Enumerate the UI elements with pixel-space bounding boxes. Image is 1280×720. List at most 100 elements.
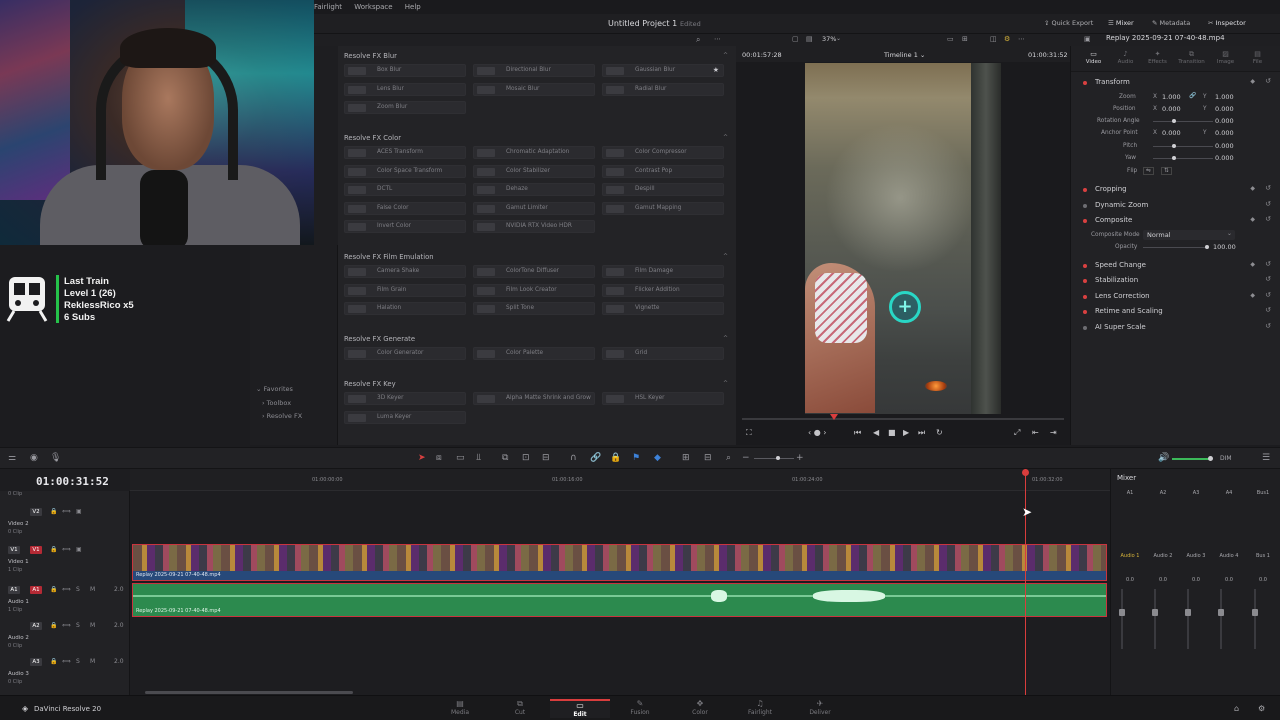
blade-tool-icon[interactable]: ⫫ xyxy=(476,453,481,463)
reset-icon[interactable]: ↺ xyxy=(1265,215,1271,223)
fx-item[interactable]: Box Blur xyxy=(344,64,466,77)
viewer-scrub-bar[interactable] xyxy=(742,418,1064,420)
zoom-full-icon[interactable]: ⊞ xyxy=(682,453,690,463)
menu-help[interactable]: Help xyxy=(405,0,421,14)
reset-icon[interactable]: ↺ xyxy=(1265,306,1271,314)
snapping-icon[interactable]: ∩ xyxy=(570,453,577,463)
dim-button[interactable]: DIM xyxy=(1220,455,1232,462)
settings-icon[interactable]: ⚙ xyxy=(1258,704,1265,713)
nav-favorites[interactable]: ⌄ Favorites xyxy=(256,385,293,393)
fx-item[interactable]: Dehaze xyxy=(473,183,595,196)
viewer-mode-icon[interactable]: ⛶ xyxy=(746,428,752,438)
fx-item[interactable]: Color Compressor xyxy=(602,146,724,159)
auto-select-icon[interactable]: ⟺ xyxy=(62,546,71,553)
loop-icon[interactable]: ↻ xyxy=(936,428,943,437)
mixer-fader[interactable] xyxy=(1220,589,1222,649)
timeline-scrollbar[interactable] xyxy=(145,691,353,694)
track-tag-v1[interactable]: V1 xyxy=(30,546,42,554)
video-clip[interactable]: Replay 2025-09-21 07-40-48.mp4 xyxy=(132,544,1107,581)
fx-item[interactable]: Grid xyxy=(602,347,724,360)
viewer-options-icon[interactable]: ⋯ xyxy=(1018,35,1025,43)
fx-item[interactable]: Split Tone xyxy=(473,302,595,315)
track-visibility-icon[interactable]: ▣ xyxy=(76,508,82,515)
fx-item[interactable]: Color Stabilizer xyxy=(473,164,595,178)
trim-tool-icon[interactable]: ⧈ xyxy=(436,453,442,463)
keyframe-icon[interactable]: ◆ xyxy=(1250,78,1255,85)
quick-export-button[interactable]: ⇪ Quick Export xyxy=(1044,19,1093,27)
reset-icon[interactable]: ↺ xyxy=(1265,322,1271,330)
prev-edit-icon[interactable]: ⇤ xyxy=(1032,428,1039,437)
viewer-zoom[interactable]: 37% xyxy=(822,35,836,43)
rotation-slider[interactable] xyxy=(1153,121,1213,122)
auto-select-icon[interactable]: ⟺ xyxy=(62,586,71,593)
fx-item[interactable]: Despill xyxy=(602,183,724,196)
fx-item[interactable]: NVIDIA RTX Video HDR xyxy=(473,220,595,233)
fx-item[interactable]: False Color xyxy=(344,201,466,215)
replace-clip-icon[interactable]: ⊟ xyxy=(542,453,550,463)
insert-clip-icon[interactable]: ⧉ xyxy=(502,453,508,463)
section-ai-super-scale[interactable]: AI Super Scale ↺ xyxy=(1071,321,1280,335)
volume-slider[interactable] xyxy=(1172,458,1212,460)
fx-item[interactable]: Mosaic Blur xyxy=(473,82,595,96)
flip-horizontal-icon[interactable]: ⇋ xyxy=(1143,167,1154,175)
auto-select-icon[interactable]: ⟺ xyxy=(62,658,71,665)
fx-section-title[interactable]: Resolve FX Key xyxy=(344,380,396,388)
tab-transition[interactable]: ⧉ Transition xyxy=(1175,50,1208,65)
fx-section-title[interactable]: Resolve FX Generate xyxy=(344,335,415,343)
fader-cap[interactable] xyxy=(1152,609,1158,616)
mic-icon[interactable]: 🎙 xyxy=(50,453,61,463)
dual-viewer-icon[interactable]: ◫ xyxy=(990,35,997,43)
page-tab-fusion[interactable]: ✎ Fusion xyxy=(610,699,670,716)
reset-icon[interactable]: ↺ xyxy=(1265,200,1271,208)
fx-item[interactable]: Invert Color xyxy=(344,220,466,233)
track-tag-a1[interactable]: A1 xyxy=(30,586,42,594)
enabled-indicator[interactable] xyxy=(1083,264,1087,268)
flag-icon[interactable]: ⚑ xyxy=(632,453,640,463)
fx-item[interactable]: HSL Keyer xyxy=(602,392,724,405)
track-tag-a3[interactable]: A3 xyxy=(30,658,42,666)
fx-item[interactable]: Alpha Matte Shrink and Grow xyxy=(473,392,595,405)
auto-select-icon[interactable]: ⟺ xyxy=(62,508,71,515)
keyframe-icon[interactable]: ◆ xyxy=(1250,261,1255,268)
position-x-field[interactable]: 0.000 xyxy=(1162,105,1181,113)
audio-meter-icon[interactable]: ◉ xyxy=(30,453,38,463)
transform-overlay-icon[interactable]: ⊞ xyxy=(962,35,968,43)
fader-cap[interactable] xyxy=(1185,609,1191,616)
fx-item[interactable]: Color Space Transform xyxy=(344,164,466,178)
anchor-x-field[interactable]: 0.000 xyxy=(1162,129,1181,137)
enabled-indicator[interactable] xyxy=(1083,81,1087,85)
fx-section-title[interactable]: Resolve FX Color xyxy=(344,134,401,142)
search-icon[interactable]: ⌕ xyxy=(696,35,700,45)
fx-item[interactable]: DCTL xyxy=(344,183,466,196)
mute-icon[interactable]: M xyxy=(90,658,95,665)
fx-item[interactable]: Lens Blur xyxy=(344,82,466,96)
timeline-ruler[interactable]: 01:00:00:00 01:00:16:00 01:00:24:00 01:0… xyxy=(130,469,1110,491)
yaw-field[interactable]: 0.000 xyxy=(1215,154,1234,162)
metadata-toggle[interactable]: ✎ Metadata xyxy=(1152,19,1190,27)
fx-item[interactable]: Halation xyxy=(344,302,466,315)
track-tag-a2[interactable]: A2 xyxy=(30,622,42,630)
safe-area-icon[interactable]: ▭ xyxy=(947,35,954,43)
solo-icon[interactable]: S xyxy=(76,586,80,593)
track-tag-v2[interactable]: V2 xyxy=(30,508,42,516)
fx-item[interactable]: Film Grain xyxy=(344,283,466,297)
enabled-indicator[interactable] xyxy=(1083,326,1087,330)
next-edit-icon[interactable]: ⇥ xyxy=(1050,428,1057,437)
fx-item[interactable]: ACES Transform xyxy=(344,146,466,159)
enabled-indicator[interactable] xyxy=(1083,279,1087,283)
fx-item[interactable]: Luma Keyer xyxy=(344,410,466,424)
lock-icon[interactable]: 🔒 xyxy=(50,622,57,629)
position-lock-icon[interactable]: 🔒 xyxy=(610,453,621,463)
go-to-start-icon[interactable]: ⏮ xyxy=(854,428,861,438)
enabled-indicator[interactable] xyxy=(1083,188,1087,192)
section-stabilization[interactable]: Stabilization ↺ xyxy=(1071,274,1280,288)
audio-clip[interactable]: Replay 2025-09-21 07-40-48.mp4 xyxy=(132,583,1107,617)
viewer-size-icon[interactable]: ▤ xyxy=(806,35,813,43)
page-tab-cut[interactable]: ⧉ Cut xyxy=(490,699,550,716)
go-to-end-icon[interactable]: ⏭ xyxy=(918,428,925,438)
lock-icon[interactable]: 🔒 xyxy=(50,658,57,665)
fx-item[interactable]: 3D Keyer xyxy=(344,392,466,405)
fx-section-title[interactable]: Resolve FX Blur xyxy=(344,52,397,60)
composite-mode-select[interactable]: Normal ⌄ xyxy=(1143,230,1235,240)
zoom-in-icon[interactable]: + xyxy=(796,453,804,463)
